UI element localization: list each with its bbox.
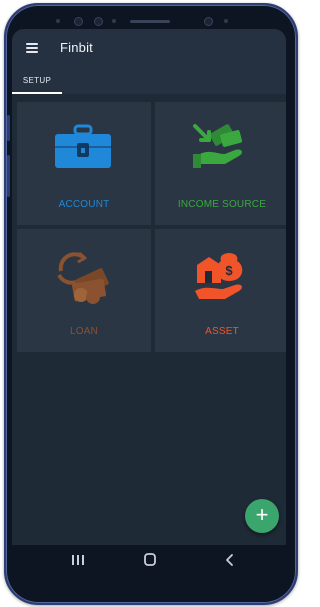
- selfie-camera: [204, 17, 213, 26]
- tab-indicator: [12, 92, 62, 94]
- plus-icon: +: [255, 502, 269, 527]
- iris-sensor: [94, 17, 103, 26]
- app-bar: Finbit: [12, 29, 286, 69]
- system-nav-bar: [12, 545, 286, 575]
- volume-button: [7, 115, 10, 141]
- earpiece-speaker: [130, 20, 170, 23]
- tile-income-source-label: INCOME SOURCE: [177, 199, 267, 210]
- front-camera: [74, 17, 83, 26]
- tab-bar: SETUP: [12, 69, 286, 94]
- tile-income-source[interactable]: INCOME SOURCE: [155, 102, 286, 225]
- hamburger-menu-icon[interactable]: [26, 43, 38, 53]
- svg-text:$: $: [225, 263, 233, 278]
- bixby-button: [7, 155, 10, 197]
- loan-icon: [57, 251, 109, 304]
- tile-asset[interactable]: $ ASSET: [155, 229, 286, 352]
- back-icon[interactable]: [220, 553, 240, 567]
- recents-icon[interactable]: [68, 553, 88, 567]
- sensor-dot: [56, 19, 60, 23]
- tab-setup[interactable]: SETUP: [12, 69, 62, 94]
- income-source-icon: [193, 124, 243, 168]
- tile-loan-label: LOAN: [69, 326, 99, 337]
- tile-loan[interactable]: LOAN: [17, 229, 151, 352]
- sensor-dot: [224, 19, 228, 23]
- account-box-icon: [55, 124, 111, 168]
- add-fab-button[interactable]: +: [245, 499, 279, 533]
- tile-asset-label: ASSET: [205, 326, 239, 337]
- home-icon[interactable]: [140, 553, 160, 567]
- tile-account-label: ACCOUNT: [58, 199, 110, 210]
- app-screen: Finbit SETUP ACCOUNT INCOME SOURCE LOAN …: [12, 29, 286, 572]
- app-title: Finbit: [60, 40, 93, 55]
- sensor-dot: [112, 19, 116, 23]
- tab-setup-label: SETUP: [22, 76, 52, 85]
- asset-icon: $: [195, 253, 243, 299]
- tile-account[interactable]: ACCOUNT: [17, 102, 151, 225]
